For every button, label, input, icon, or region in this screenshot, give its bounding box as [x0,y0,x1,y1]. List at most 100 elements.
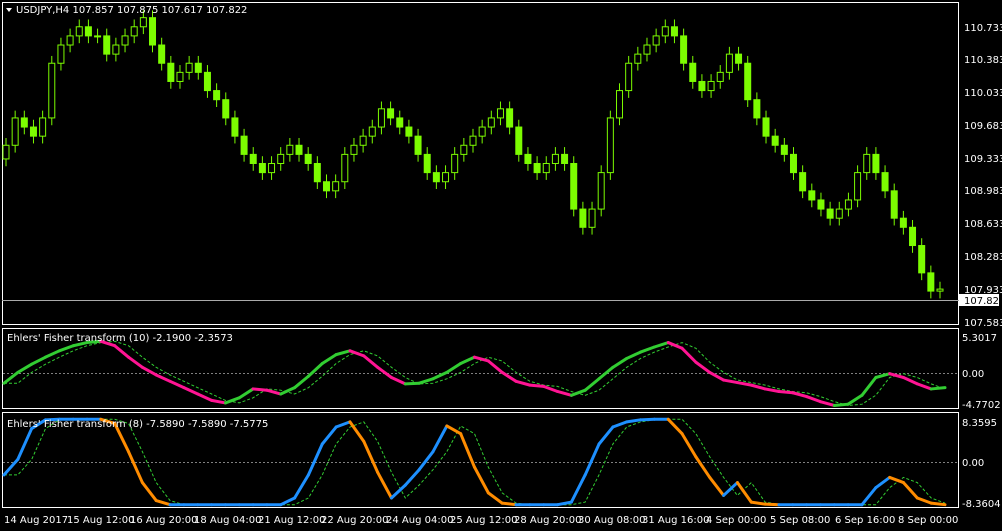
ind2-tick: 8.3595 [962,418,997,429]
candle-body [213,90,221,101]
candle-body [680,35,688,64]
fisher-segment [694,455,712,479]
fisher-segment [210,398,227,405]
candle-body [295,144,303,155]
time-tick: 31 Aug 16:00 [642,515,709,526]
candle-body [707,80,715,92]
candlestick-series [2,10,944,299]
candle-body [826,208,834,219]
candle-body [249,153,257,164]
fisher-segment [749,383,767,391]
fisher-segment [293,473,310,500]
time-tick: 6 Sep 16:00 [835,515,895,526]
candle-body [277,153,285,164]
candle-body [515,126,523,155]
candle-body [616,90,624,119]
time-tick: 28 Aug 20:00 [514,515,581,526]
fisher-segment [888,475,905,485]
fisher-segment [362,439,380,474]
candle-body [872,153,880,174]
candle-body [268,163,276,174]
fisher-segment [583,377,601,392]
candle-body [313,163,321,183]
fisher-segment [127,355,144,369]
candle-body [387,108,395,119]
fisher-segment [722,378,739,385]
fisher-segment [44,349,61,359]
fisher-segment [403,468,421,487]
candle-body [332,181,340,192]
fisher-segment [777,389,795,395]
fisher-segment [901,481,919,500]
fisher-segment [140,481,158,503]
fisher-segment [860,486,878,507]
candle-body [487,117,495,128]
candle-body [57,44,65,64]
candle-body [670,26,678,37]
fisher-segment [237,387,255,400]
candle-body [789,153,797,174]
candle-body [725,53,733,73]
fisher-segment [348,420,366,443]
fisher-segment [791,391,809,399]
symbol-header-text: USDJPY,H4 107.857 107.875 107.617 107.82… [16,5,247,16]
dropdown-triangle-icon[interactable] [6,8,12,12]
fisher-segment [279,386,297,396]
candle-body [735,53,743,64]
candle-body [579,208,587,228]
time-tick: 30 Aug 08:00 [578,515,645,526]
fisher-segment [874,475,892,490]
candle-body [75,26,83,37]
candle-body [469,135,477,146]
fisher-segment [901,376,919,386]
candle-body [103,35,111,55]
fisher-segment [735,381,753,387]
candle-body [909,226,917,247]
fisher-segment [2,370,20,385]
fisher-segment [652,341,670,349]
fisher-segment [127,450,144,485]
fisher-segment [196,392,214,402]
candle-body [588,208,596,228]
fisher-segment [625,350,643,360]
time-tick: 14 Aug 2017 [4,515,68,526]
ind2-title: Ehlers' Fisher transform (8) -7.5890 -7.… [7,419,268,430]
candle-body [84,26,92,37]
fisher-segment [279,496,297,507]
fisher-segment [528,383,546,388]
fisher-segment [749,500,767,506]
candle-body [304,153,312,164]
candle-body [377,108,385,128]
fisher-segment [763,502,781,507]
candle-body [240,135,248,155]
fisher-segment [376,470,393,500]
fisher-segment [915,496,933,505]
fisher-segment [763,387,781,393]
candle-body [185,62,193,73]
fisher-segment [113,344,131,359]
candle-body [863,153,871,174]
fisher-segment [57,344,75,353]
candle-body [643,44,651,55]
time-tick: 8 Sep 00:00 [898,515,958,526]
candle-body [652,35,660,46]
candle-body [341,153,349,183]
fisher-segment [860,376,878,397]
fisher-segment [514,379,532,387]
fisher-segment [168,379,186,390]
trading-chart[interactable]: USDJPY,H4 107.857 107.875 107.617 107.82… [0,0,1002,531]
candle-body [561,153,569,164]
time-tick: 4 Sep 00:00 [706,515,766,526]
symbol-header[interactable]: USDJPY,H4 107.857 107.875 107.617 107.82… [6,5,247,16]
fisher-segment [639,417,656,422]
candle-body [167,62,175,82]
candle-body [231,117,239,137]
candle-body [359,135,367,146]
fisher-segment [459,355,476,366]
fisher-segment [597,425,615,446]
fisher-segment [874,372,892,380]
candle-body [570,163,578,210]
candle-body [460,144,468,155]
time-axis: 14 Aug 2017 15 Aug 12:00 16 Aug 20:00 18… [4,515,958,526]
fisher-segment [639,345,656,354]
